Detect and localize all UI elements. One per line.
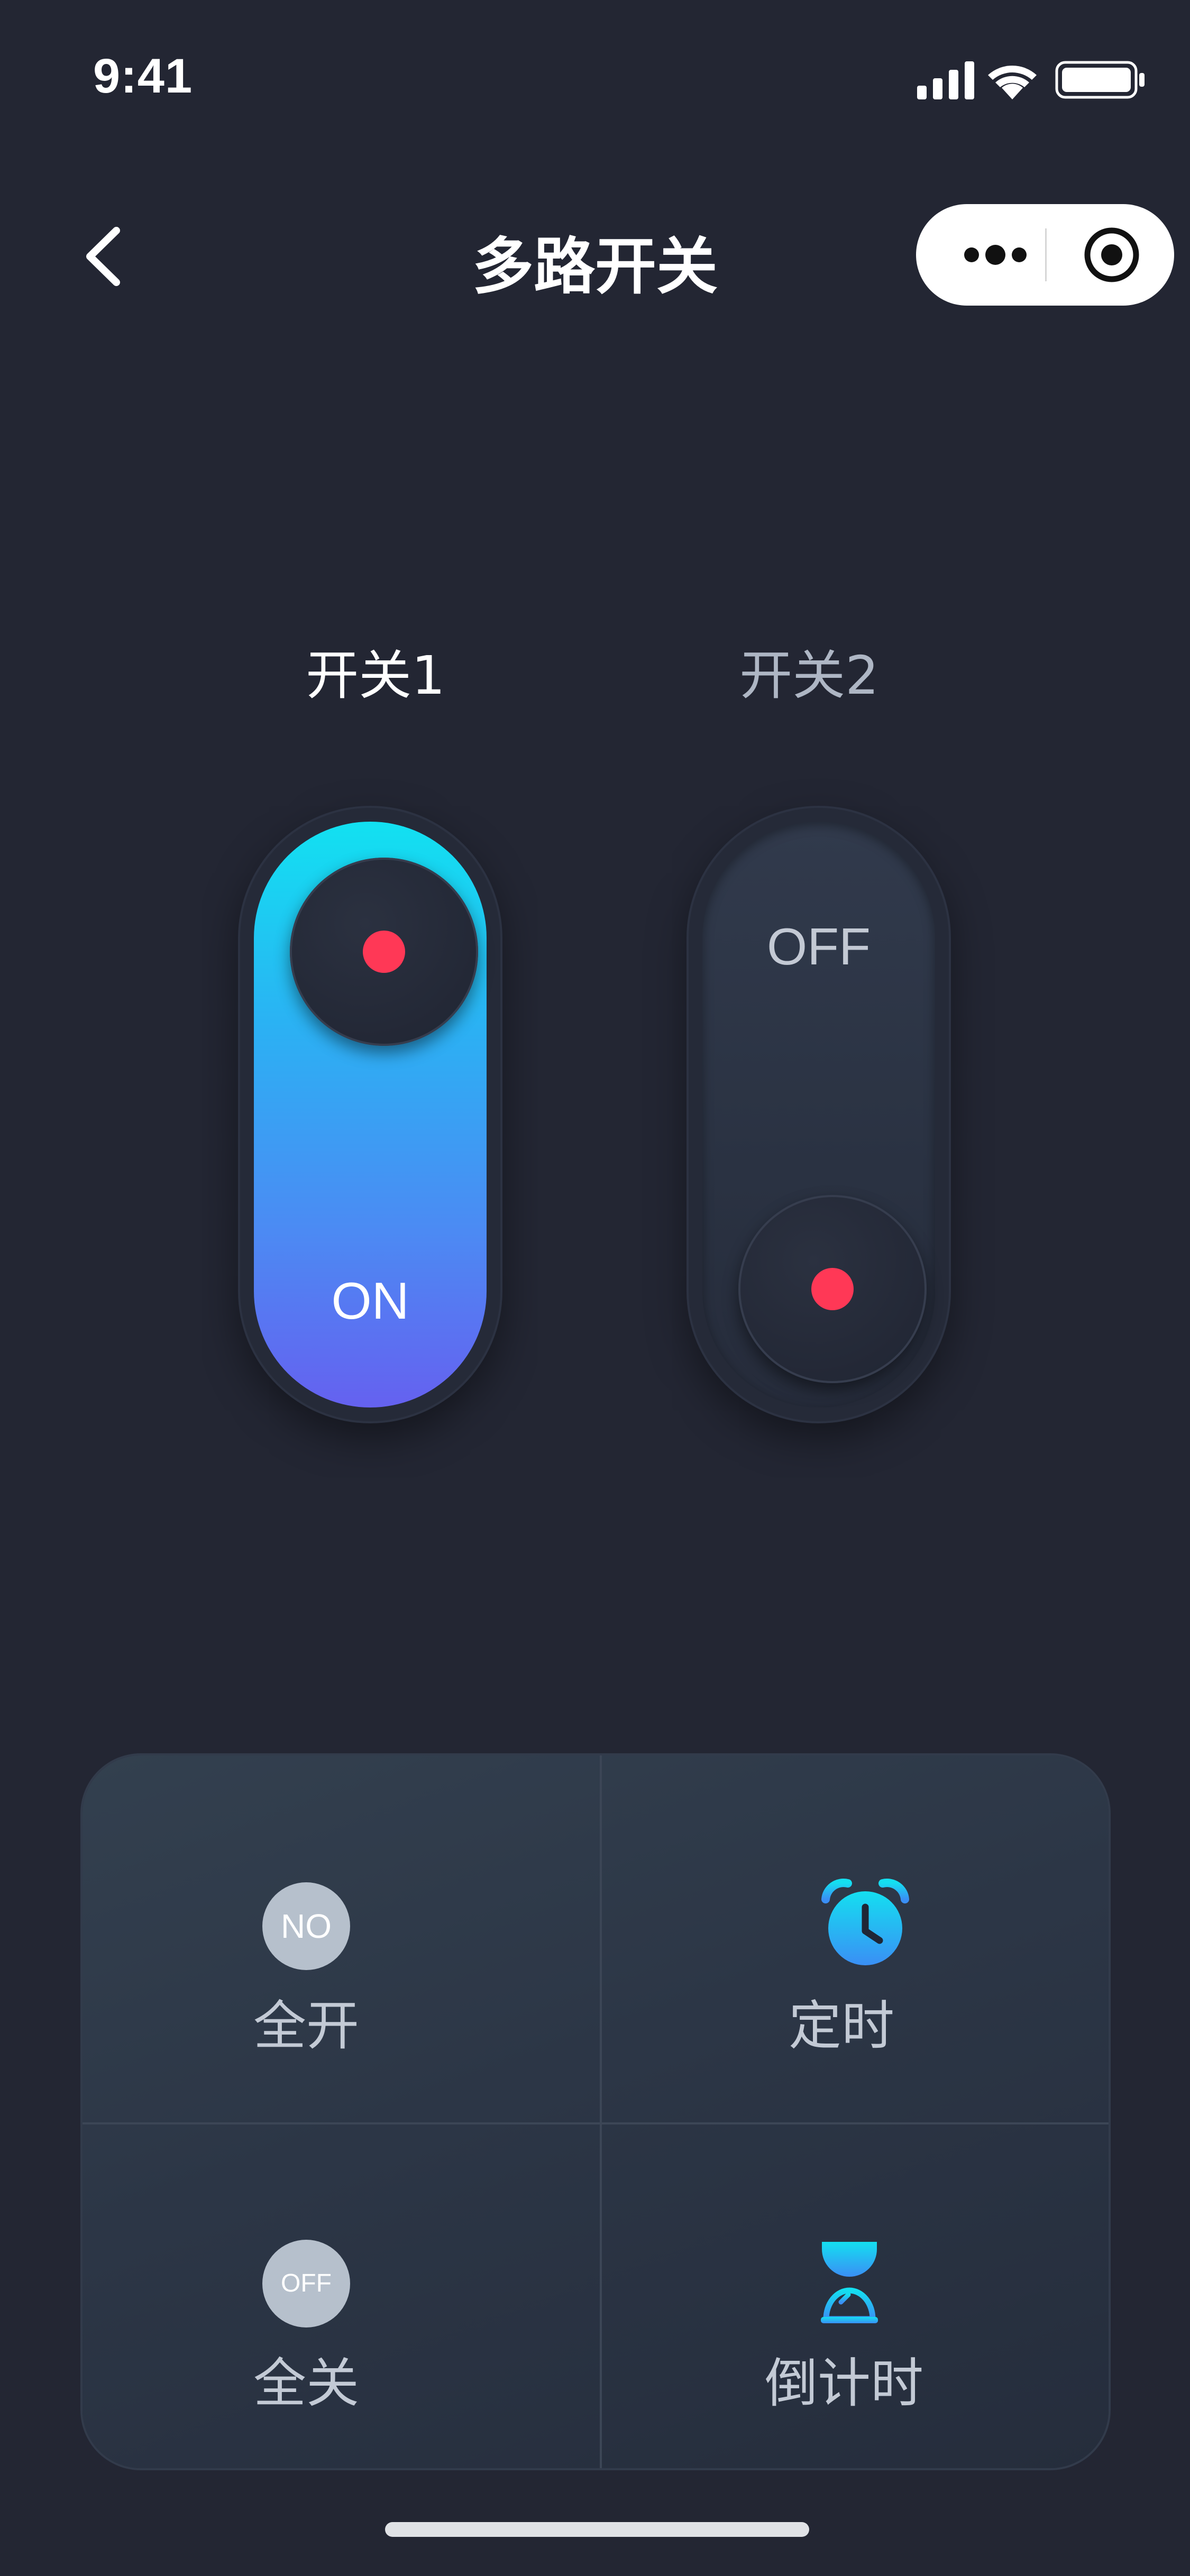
screen: 9:41 多路开关 开关1 开关2 ON OFF NO 全开 定时 OFF 全关… (0, 0, 1190, 2576)
cellular-signal-icon (917, 61, 974, 99)
switch-2-state: OFF (767, 917, 871, 976)
switch-1-knob (290, 858, 478, 1046)
timer-label: 定时 (789, 1995, 894, 2057)
battery-icon (1055, 61, 1145, 99)
switch-1-state: ON (331, 1272, 409, 1330)
more-dots-icon (964, 245, 1027, 265)
hourglass-icon (821, 2242, 878, 2323)
timer-button[interactable]: 定时 (601, 1755, 1109, 2123)
all-on-label: 全开 (253, 1995, 359, 2057)
switch-2-toggle[interactable]: OFF (689, 808, 949, 1421)
switch-2-knob (738, 1195, 927, 1383)
switch-1-label: 开关1 (306, 645, 445, 706)
countdown-button[interactable]: 倒计时 (601, 2123, 1109, 2468)
all-on-button[interactable]: NO 全开 (83, 1755, 601, 2123)
switch-1-track: ON (254, 822, 487, 1407)
all-on-badge: NO (262, 1882, 350, 1970)
all-off-badge: OFF (262, 2240, 350, 2327)
alarm-clock-icon (821, 1879, 909, 1965)
capsule-divider (1045, 228, 1047, 281)
mini-program-capsule (916, 204, 1174, 306)
all-off-label: 全关 (253, 2352, 359, 2414)
switch-2-track: OFF (702, 822, 935, 1407)
all-off-button[interactable]: OFF 全关 (83, 2123, 601, 2468)
countdown-label: 倒计时 (765, 2352, 923, 2414)
status-icons (917, 61, 1145, 99)
indicator-dot (811, 1268, 854, 1310)
indicator-dot (363, 931, 405, 973)
close-mini-program-button[interactable] (1064, 204, 1159, 306)
action-panel: NO 全开 定时 OFF 全关 倒计时 (83, 1755, 1109, 2468)
more-button[interactable] (948, 204, 1043, 306)
switch-2-label: 开关2 (739, 645, 879, 706)
wifi-icon (988, 66, 1037, 99)
status-time: 9:41 (93, 49, 193, 103)
target-icon (1084, 227, 1139, 282)
switch-1-toggle[interactable]: ON (240, 808, 500, 1421)
home-indicator[interactable] (385, 2522, 809, 2537)
